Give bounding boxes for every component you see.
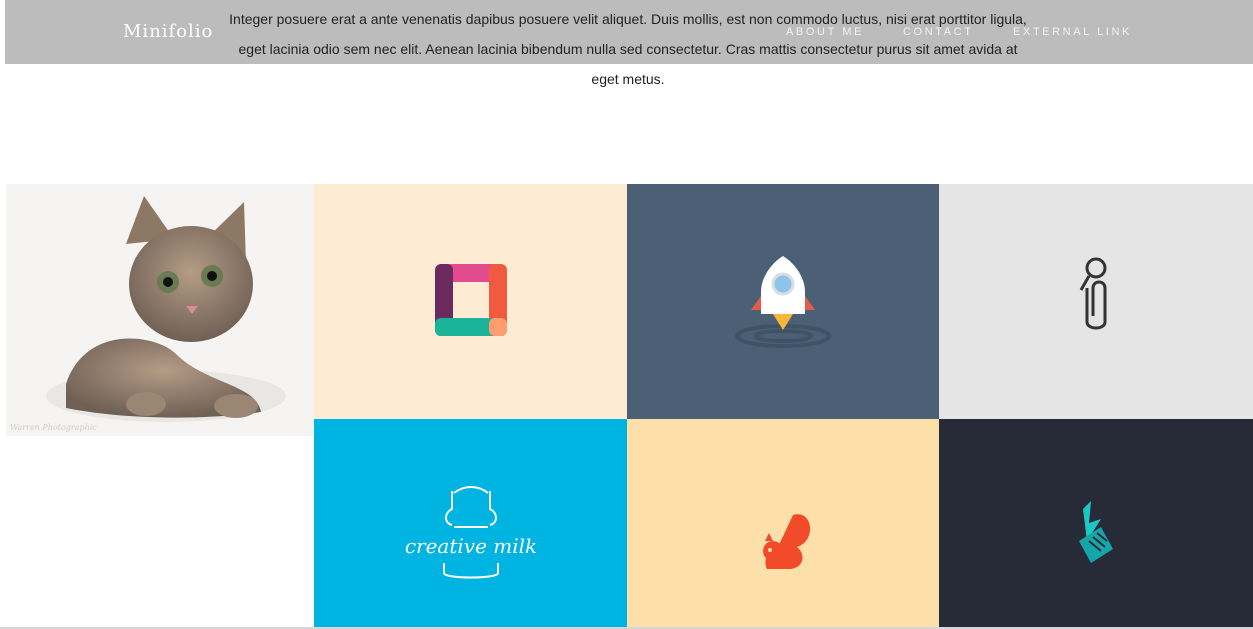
creative-milk-logo-icon: creative milk <box>405 486 537 579</box>
kitten-photo-icon <box>46 196 286 422</box>
bolt-tag-logo-icon <box>1079 501 1113 563</box>
portfolio-tile-kitten[interactable]: Warren Photographic <box>6 184 314 436</box>
portfolio-tile-bolt-tag[interactable] <box>939 419 1253 629</box>
paperclip-magnifier-logo-icon <box>1079 257 1107 330</box>
photo-watermark: Warren Photographic <box>10 423 97 432</box>
squirrel-logo-icon <box>763 514 811 569</box>
portfolio-tile-square-logo[interactable] <box>314 184 627 419</box>
rounded-square-logo-icon <box>435 264 507 336</box>
rocket-logo-icon <box>735 256 831 348</box>
portfolio-tile-paperclip[interactable] <box>939 184 1253 419</box>
portfolio-tile-blank[interactable] <box>6 436 314 629</box>
intro-paragraph: Integer posuere erat a ante venenatis da… <box>229 11 1027 87</box>
portfolio-tile-rocket[interactable] <box>627 184 939 419</box>
portfolio-grid: Warren Photographic creative milk <box>6 184 1253 629</box>
portfolio-tile-squirrel[interactable] <box>627 419 939 629</box>
nav-link-external[interactable]: External link <box>1013 26 1132 38</box>
site-brand[interactable]: Minifolio <box>123 21 213 42</box>
portfolio-tile-creative-milk[interactable]: creative milk <box>314 419 627 629</box>
creative-milk-label: creative milk <box>405 534 537 558</box>
